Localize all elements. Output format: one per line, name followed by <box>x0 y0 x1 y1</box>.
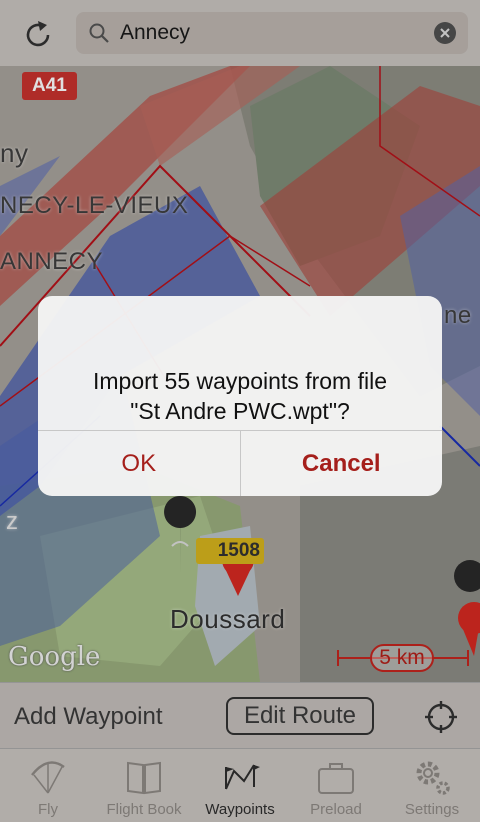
cancel-button[interactable]: Cancel <box>239 431 443 496</box>
ok-button[interactable]: OK <box>38 431 240 496</box>
alert-buttons: OK Cancel <box>38 430 442 496</box>
import-alert-dialog: Import 55 waypoints from file "St Andre … <box>38 296 442 496</box>
alert-message-line: Import 55 waypoints from file <box>92 368 387 394</box>
alert-message: Import 55 waypoints from file "St Andre … <box>38 366 442 426</box>
alert-message-line: "St Andre PWC.wpt"? <box>130 398 350 424</box>
